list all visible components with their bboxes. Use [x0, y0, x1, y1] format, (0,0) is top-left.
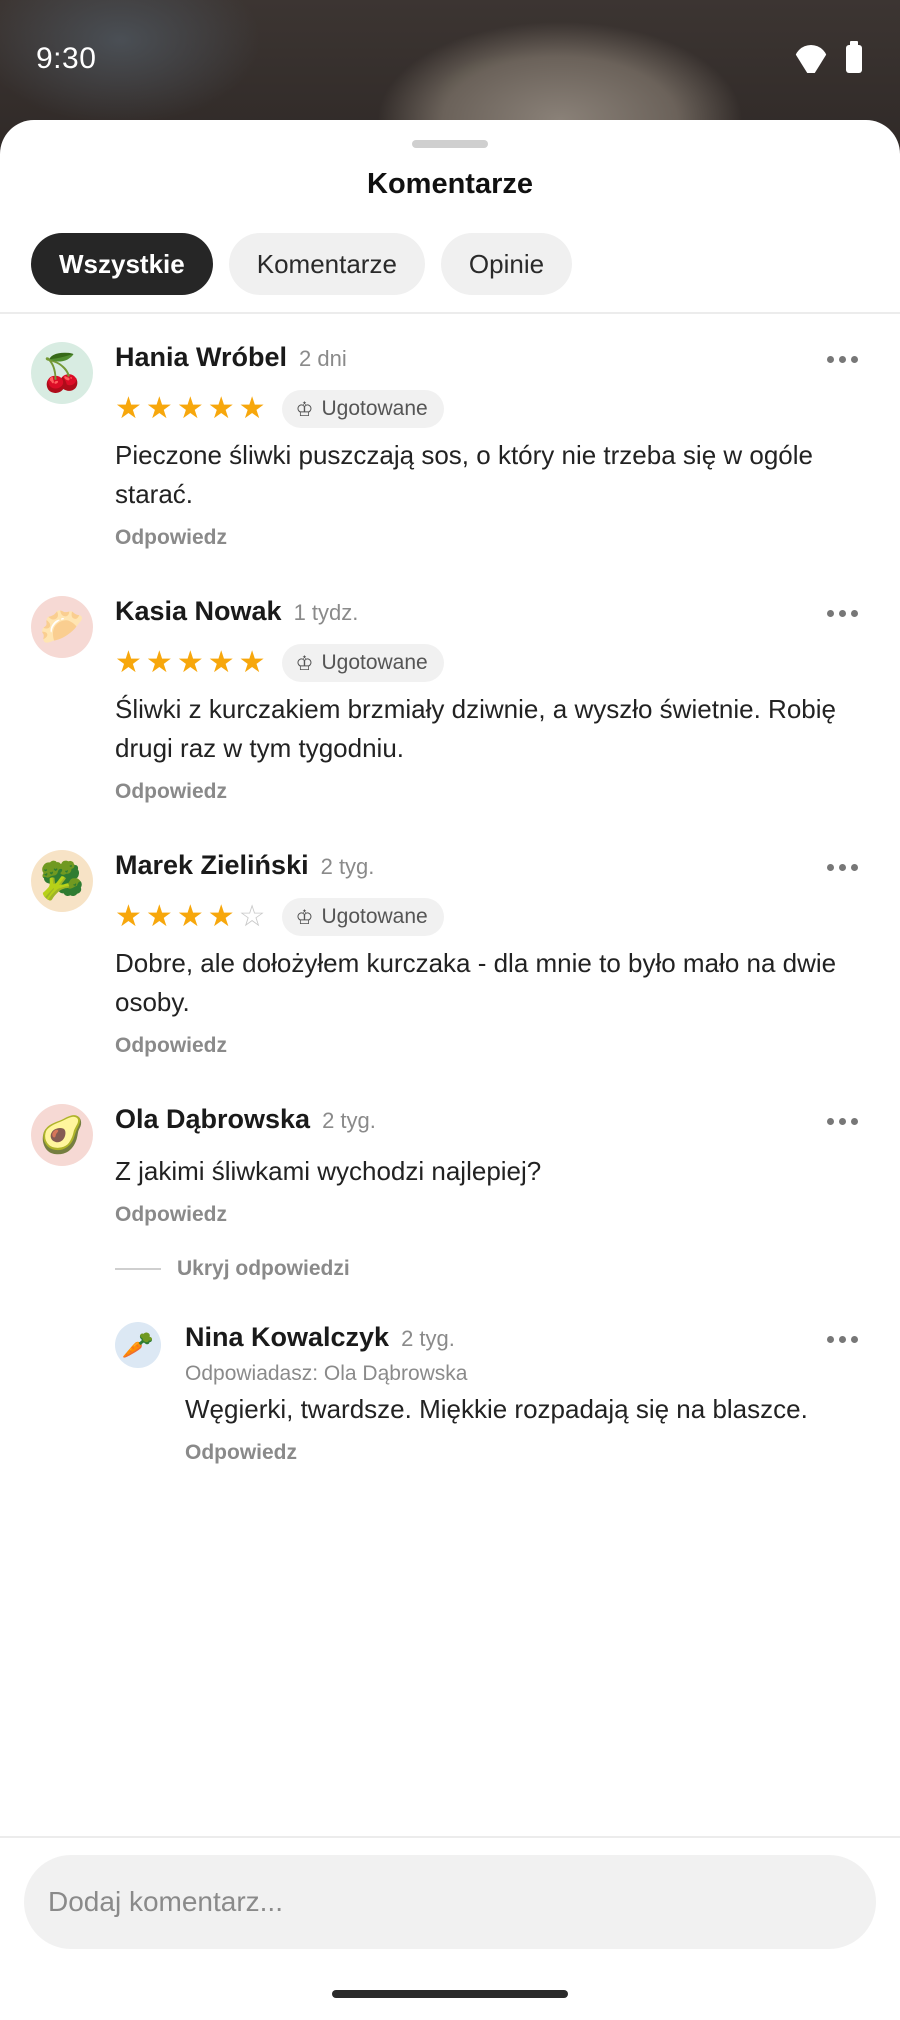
- comment-time: 2 tyg.: [320, 854, 375, 879]
- comment-author[interactable]: Nina Kowalczyk: [185, 1322, 389, 1353]
- comment-text: Węgierki, twardsze. Miękkie rozpadają si…: [185, 1394, 808, 1424]
- star-icon: ★: [176, 900, 204, 933]
- avatar-emoji: 🍒: [39, 352, 85, 393]
- star-icon: ★: [207, 392, 235, 425]
- comment-text: Pieczone śliwki puszczają sos, o który n…: [115, 440, 813, 509]
- tab-comments[interactable]: Komentarze: [228, 233, 425, 295]
- star-icon: ★: [207, 646, 235, 679]
- divider: [0, 312, 900, 314]
- star-rating: ★ ★ ★ ★ ☆: [115, 902, 266, 932]
- star-rating: ★ ★ ★ ★ ★: [115, 394, 266, 424]
- tab-all[interactable]: Wszystkie: [31, 233, 213, 295]
- star-icon: ★: [238, 646, 266, 679]
- avatar[interactable]: 🥟: [31, 596, 93, 658]
- comment-item: 🍒 Hania Wróbel 2 dni ★ ★ ★ ★ ★ ♔ Ugotowane P…: [0, 342, 900, 596]
- hide-replies-button[interactable]: Ukryj odpowiedzi: [115, 1257, 860, 1281]
- star-icon: ★: [176, 392, 204, 425]
- more-options-icon[interactable]: [827, 356, 858, 363]
- reply-button[interactable]: Odpowiedz: [115, 526, 860, 550]
- chef-hat-icon: ♔: [295, 906, 314, 929]
- star-icon: ★: [115, 646, 142, 679]
- reply-item: 🥕 Nina Kowalczyk 2 tyg. Odpowiadasz: Ola…: [0, 1322, 900, 1502]
- more-options-icon[interactable]: [827, 1118, 858, 1125]
- hide-replies-label: Ukryj odpowiedzi: [177, 1257, 350, 1280]
- comment-text: Śliwki z kurczakiem brzmiały dziwnie, a …: [115, 694, 836, 763]
- star-rating: ★ ★ ★ ★ ★: [115, 648, 266, 678]
- hide-replies-line: [115, 1268, 161, 1270]
- badge-label: Ugotowane: [321, 397, 428, 420]
- comment-item: 🥟 Kasia Nowak 1 tydz. ★ ★ ★ ★ ★ ♔ Ugotowane …: [0, 596, 900, 850]
- comment-input[interactable]: Dodaj komentarz...: [24, 1855, 876, 1949]
- star-icon: ★: [238, 392, 266, 425]
- home-indicator[interactable]: [332, 1990, 568, 1998]
- chef-hat-icon: ♔: [295, 398, 314, 421]
- filter-tabs: Wszystkie Komentarze Opinie: [31, 233, 573, 295]
- comment-time: 2 tyg.: [401, 1326, 455, 1351]
- comment-author[interactable]: Ola Dąbrowska: [115, 1104, 310, 1135]
- star-empty-icon: ☆: [238, 900, 266, 933]
- comment-author[interactable]: Kasia Nowak: [115, 596, 282, 627]
- avatar[interactable]: 🥦: [31, 850, 93, 912]
- chef-hat-icon: ♔: [295, 652, 314, 675]
- avatar-emoji: 🥑: [39, 1114, 85, 1155]
- badge-label: Ugotowane: [321, 905, 428, 928]
- comment-text: Dobre, ale dołożyłem kurczaka - dla mnie…: [115, 948, 837, 1017]
- comment-item: 🥦 Marek Zieliński 2 tyg. ★ ★ ★ ★ ☆ ♔ Ugotowa…: [0, 850, 900, 1104]
- comment-list: 🍒 Hania Wróbel 2 dni ★ ★ ★ ★ ★ ♔ Ugotowane P…: [0, 342, 900, 1502]
- star-icon: ★: [145, 646, 173, 679]
- avatar-emoji: 🥦: [39, 860, 85, 901]
- comment-author[interactable]: Hania Wróbel: [115, 342, 287, 373]
- star-icon: ★: [207, 900, 235, 933]
- comment-author[interactable]: Marek Zieliński: [115, 850, 309, 881]
- comment-item: 🥑 Ola Dąbrowska 2 tyg. Z jakimi śliwkami…: [0, 1104, 900, 1322]
- badge-label: Ugotowane: [321, 651, 428, 674]
- avatar-emoji: 🥟: [39, 606, 85, 647]
- avatar[interactable]: 🍒: [31, 342, 93, 404]
- comment-time: 2 dni: [299, 346, 347, 371]
- reply-button[interactable]: Odpowiedz: [115, 780, 860, 804]
- more-options-icon[interactable]: [827, 864, 858, 871]
- status-bar: 9:30: [0, 0, 900, 118]
- divider: [0, 1836, 900, 1838]
- comment-time: 2 tyg.: [322, 1108, 376, 1133]
- reply-button[interactable]: Odpowiedz: [115, 1034, 860, 1058]
- comments-sheet: Komentarze Wszystkie Komentarze Opinie 🍒…: [0, 120, 900, 2020]
- sheet-title: Komentarze: [367, 168, 533, 200]
- status-time: 9:30: [36, 42, 97, 75]
- avatar[interactable]: 🥑: [31, 1104, 93, 1166]
- star-icon: ★: [145, 900, 173, 933]
- cooked-badge: ♔ Ugotowane: [281, 898, 444, 936]
- sheet-drag-handle[interactable]: [412, 140, 488, 148]
- star-icon: ★: [145, 392, 173, 425]
- cooked-badge: ♔ Ugotowane: [281, 390, 444, 428]
- comment-text: Z jakimi śliwkami wychodzi najlepiej?: [115, 1156, 542, 1186]
- tab-reviews[interactable]: Opinie: [440, 233, 573, 295]
- replying-to-label: Odpowiadasz: Ola Dąbrowska: [185, 1362, 468, 1385]
- star-icon: ★: [115, 392, 142, 425]
- avatar[interactable]: 🥕: [115, 1322, 161, 1368]
- more-options-icon[interactable]: [827, 1336, 858, 1343]
- reply-button[interactable]: Odpowiedz: [115, 1203, 860, 1227]
- more-options-icon[interactable]: [827, 610, 858, 617]
- star-icon: ★: [115, 900, 142, 933]
- cooked-badge: ♔ Ugotowane: [281, 644, 444, 682]
- wifi-icon: [794, 45, 828, 73]
- status-icons: [794, 41, 862, 73]
- star-icon: ★: [176, 646, 204, 679]
- reply-button[interactable]: Odpowiedz: [185, 1441, 860, 1465]
- comment-time: 1 tydz.: [293, 600, 359, 625]
- avatar-emoji: 🥕: [121, 1329, 155, 1360]
- comment-input-placeholder: Dodaj komentarz...: [48, 1886, 283, 1917]
- battery-icon: [846, 41, 862, 73]
